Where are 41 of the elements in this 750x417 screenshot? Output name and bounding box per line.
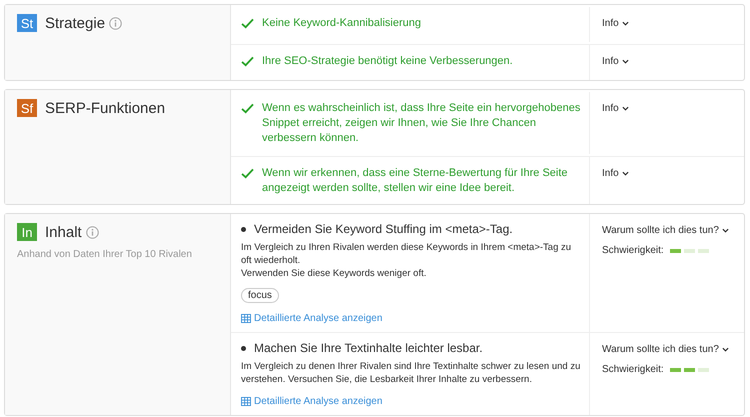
table-icon bbox=[241, 314, 251, 323]
check-icon bbox=[241, 103, 254, 114]
chevron-down-icon bbox=[622, 106, 629, 111]
chevron-down-icon bbox=[622, 21, 629, 26]
bullet-icon bbox=[241, 226, 246, 232]
section-badge: Sf bbox=[17, 99, 37, 117]
check-text: Wenn wir erkennen, dass eine Sterne-Bewertung für Ihre Seite angezeigt werden sollte, stellen wir eine Idee bereit. bbox=[262, 166, 569, 196]
check-icon bbox=[241, 168, 254, 179]
info-icon[interactable] bbox=[86, 226, 99, 238]
difficulty-label: Schwierigkeit: bbox=[602, 364, 664, 375]
info-dropdown[interactable]: Warum sollte ich dies tun? bbox=[602, 225, 729, 236]
difficulty-label: Schwierigkeit: bbox=[602, 245, 664, 256]
section-badge: In bbox=[17, 223, 37, 241]
chevron-down-icon bbox=[622, 171, 629, 176]
info-dropdown[interactable]: Warum sollte ich dies tun? bbox=[602, 344, 729, 355]
chevron-down-icon bbox=[622, 59, 629, 64]
table-icon bbox=[241, 397, 251, 406]
info-dropdown[interactable]: Info bbox=[602, 168, 629, 179]
check-text: Wenn es wahrscheinlich ist, dass Ihre Seite ein hervorgehobenes Snippet erreicht, zeigen wir Ihnen, wie Sie Ihre Chancen verbessern können. bbox=[262, 101, 581, 146]
info-dropdown[interactable]: Info bbox=[602, 18, 629, 29]
check-text: Keine Keyword-Kannibalisierung bbox=[262, 16, 421, 31]
keyword-tag: focus bbox=[241, 288, 279, 303]
chevron-down-icon bbox=[722, 228, 729, 233]
tip-title: Vermeiden Sie Keyword Stuffing im <meta>-Tag. bbox=[254, 222, 513, 236]
section-subtitle: Anhand von Daten Ihrer Top 10 Rivalen bbox=[17, 249, 193, 260]
section-title: Strategie bbox=[45, 14, 106, 32]
tip-description: Verwenden Sie diese Keywords weniger oft. bbox=[241, 267, 428, 280]
tip-description: Im Vergleich zu Ihren Rivalen werden diese Keywords in Ihrem <meta>-Tag zu oft wiederholt. bbox=[241, 241, 572, 267]
section-badge: St bbox=[17, 14, 37, 32]
tip-description: Im Vergleich zu denen Ihrer Rivalen sind Ihre Textinhalte schwer zu lesen und zu verstehen. Versuchen Sie, die Lesbarkeit Ihrer Inhalte zu verbessern. bbox=[241, 360, 581, 386]
bullet-icon bbox=[241, 346, 246, 350]
check-text: Ihre SEO-Strategie benötigt keine Verbesserungen. bbox=[262, 54, 513, 69]
chevron-down-icon bbox=[722, 347, 729, 352]
info-dropdown[interactable]: Info bbox=[602, 103, 629, 114]
info-dropdown[interactable]: Info bbox=[602, 56, 629, 67]
check-icon bbox=[241, 56, 254, 67]
tip-title: Machen Sie Ihre Textinhalte leichter lesbar. bbox=[254, 341, 483, 355]
section-title: SERP-Funktionen bbox=[45, 100, 166, 116]
check-icon bbox=[241, 18, 254, 29]
info-icon[interactable] bbox=[109, 16, 122, 30]
section-title: Inhalt bbox=[45, 224, 82, 240]
